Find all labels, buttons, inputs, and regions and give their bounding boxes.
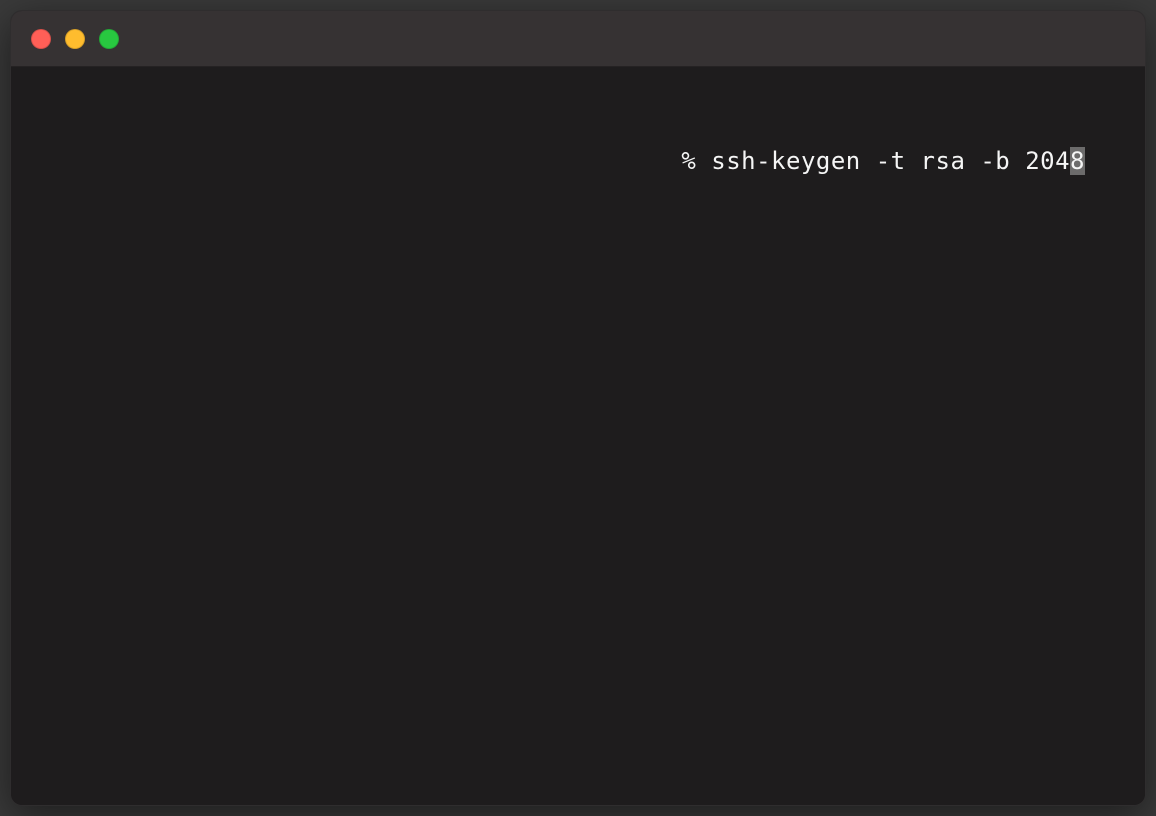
titlebar[interactable] (11, 11, 1145, 67)
command-line[interactable]: % ssh-keygen -t rsa -b 2048 (11, 147, 1085, 175)
terminal-body[interactable]: % ssh-keygen -t rsa -b 2048 (11, 67, 1145, 805)
minimize-button[interactable] (65, 29, 85, 49)
maximize-button[interactable] (99, 29, 119, 49)
shell-prompt: % (681, 147, 711, 175)
cursor: 8 (1070, 147, 1085, 175)
terminal-window: % ssh-keygen -t rsa -b 2048 (10, 10, 1146, 806)
command-text: ssh-keygen -t rsa -b 204 (711, 147, 1070, 175)
close-button[interactable] (31, 29, 51, 49)
